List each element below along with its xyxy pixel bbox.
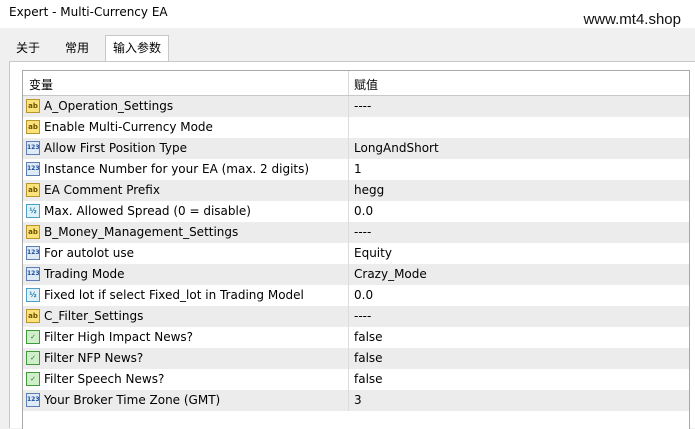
- parameter-value[interactable]: ----: [354, 309, 371, 323]
- cell-divider: [348, 159, 349, 180]
- string-type-icon: ab: [26, 225, 40, 239]
- string-type-icon: ab: [26, 309, 40, 323]
- cell-divider: [348, 306, 349, 327]
- table-row[interactable]: ½ Fixed lot if select Fixed_lot in Tradin…: [23, 285, 689, 307]
- parameters-table: 变量 赋值 ab A_Operation_Settings ---- ab Enable…: [22, 70, 690, 429]
- parameter-value[interactable]: 3: [354, 393, 362, 407]
- string-type-icon: ab: [26, 120, 40, 134]
- parameter-name: Instance Number for your EA (max. 2 digi…: [44, 162, 310, 176]
- string-type-icon: ab: [26, 183, 40, 197]
- parameter-name: Fixed lot if select Fixed_lot in Trading…: [44, 288, 304, 302]
- tab-about[interactable]: 关于: [9, 37, 47, 59]
- cell-divider: [348, 369, 349, 390]
- table-row[interactable]: 123 Trading Mode Crazy_Mode: [23, 264, 689, 286]
- string-type-icon: ab: [26, 99, 40, 113]
- integer-type-icon: 123: [26, 267, 40, 281]
- parameter-value[interactable]: 1: [354, 162, 362, 176]
- cell-divider: [348, 201, 349, 222]
- parameter-name: Max. Allowed Spread (0 = disable): [44, 204, 251, 218]
- tab-inputs[interactable]: 输入参数: [105, 35, 170, 62]
- parameter-name: Your Broker Time Zone (GMT): [44, 393, 221, 407]
- column-header-value[interactable]: 赋值: [354, 76, 378, 93]
- cell-divider: [348, 96, 349, 117]
- table-row[interactable]: ✓ Filter High Impact News? false: [23, 327, 689, 349]
- parameter-value[interactable]: false: [354, 372, 383, 386]
- integer-type-icon: 123: [26, 246, 40, 260]
- table-row[interactable]: ✓ Filter Speech News? false: [23, 369, 689, 391]
- parameter-value[interactable]: 0.0: [354, 204, 373, 218]
- parameter-value[interactable]: false: [354, 351, 383, 365]
- cell-divider: [348, 243, 349, 264]
- double-type-icon: ½: [26, 288, 40, 302]
- parameter-name: Filter NFP News?: [44, 351, 144, 365]
- integer-type-icon: 123: [26, 162, 40, 176]
- parameter-name: Filter High Impact News?: [44, 330, 194, 344]
- table-row[interactable]: ab C_Filter_Settings ----: [23, 306, 689, 328]
- table-row[interactable]: 123 Your Broker Time Zone (GMT) 3: [23, 390, 689, 412]
- cell-divider: [348, 264, 349, 285]
- table-row[interactable]: ab A_Operation_Settings ----: [23, 96, 689, 118]
- tab-common[interactable]: 常用: [58, 37, 96, 59]
- table-row[interactable]: 123 Instance Number for your EA (max. 2 d…: [23, 159, 689, 181]
- cell-divider: [348, 222, 349, 243]
- cell-divider: [348, 285, 349, 306]
- table-row[interactable]: ab B_Money_Management_Settings ----: [23, 222, 689, 244]
- tab-bar: 关于 常用 输入参数: [0, 35, 695, 62]
- table-row[interactable]: ½ Max. Allowed Spread (0 = disable) 0.0: [23, 201, 689, 223]
- parameter-name: Filter Speech News?: [44, 372, 165, 386]
- table-row[interactable]: 123 Allow First Position Type LongAndShort: [23, 138, 689, 160]
- table-row[interactable]: ab EA Comment Prefix hegg: [23, 180, 689, 202]
- parameter-name: A_Operation_Settings: [44, 99, 174, 113]
- cell-divider: [348, 180, 349, 201]
- parameter-name: Trading Mode: [44, 267, 125, 281]
- parameter-value[interactable]: 0.0: [354, 288, 373, 302]
- parameter-name: Enable Multi-Currency Mode: [44, 120, 213, 134]
- parameter-value[interactable]: Equity: [354, 246, 392, 260]
- parameter-value[interactable]: LongAndShort: [354, 141, 439, 155]
- parameter-value[interactable]: false: [354, 330, 383, 344]
- bool-type-icon: ✓: [26, 372, 40, 386]
- parameter-value[interactable]: ----: [354, 225, 371, 239]
- watermark-text: www.mt4.shop: [583, 11, 681, 28]
- cell-divider: [348, 117, 349, 138]
- parameter-name: Allow First Position Type: [44, 141, 188, 155]
- title-bar: Expert - Multi-Currency EA www.mt4.shop: [0, 0, 695, 28]
- cell-divider: [348, 327, 349, 348]
- parameter-name: EA Comment Prefix: [44, 183, 160, 197]
- parameter-name: For autolot use: [44, 246, 135, 260]
- column-header-variable[interactable]: 变量: [29, 76, 53, 93]
- cell-divider: [348, 390, 349, 411]
- parameter-name: B_Money_Management_Settings: [44, 225, 239, 239]
- integer-type-icon: 123: [26, 141, 40, 155]
- parameter-value[interactable]: ----: [354, 99, 371, 113]
- bool-type-icon: ✓: [26, 351, 40, 365]
- table-row[interactable]: ab Enable Multi-Currency Mode: [23, 117, 689, 139]
- cell-divider: [348, 138, 349, 159]
- table-row[interactable]: ✓ Filter NFP News? false: [23, 348, 689, 370]
- bool-type-icon: ✓: [26, 330, 40, 344]
- table-header: 变量 赋值: [23, 71, 689, 96]
- column-divider[interactable]: [348, 71, 349, 95]
- integer-type-icon: 123: [26, 393, 40, 407]
- table-row[interactable]: 123 For autolot use Equity: [23, 243, 689, 265]
- inputs-panel: 变量 赋值 ab A_Operation_Settings ---- ab Enable…: [9, 61, 695, 429]
- window-title: Expert - Multi-Currency EA: [9, 5, 168, 19]
- cell-divider: [348, 348, 349, 369]
- parameter-value[interactable]: hegg: [354, 183, 384, 197]
- parameter-name: C_Filter_Settings: [44, 309, 144, 323]
- double-type-icon: ½: [26, 204, 40, 218]
- parameter-value[interactable]: Crazy_Mode: [354, 267, 427, 281]
